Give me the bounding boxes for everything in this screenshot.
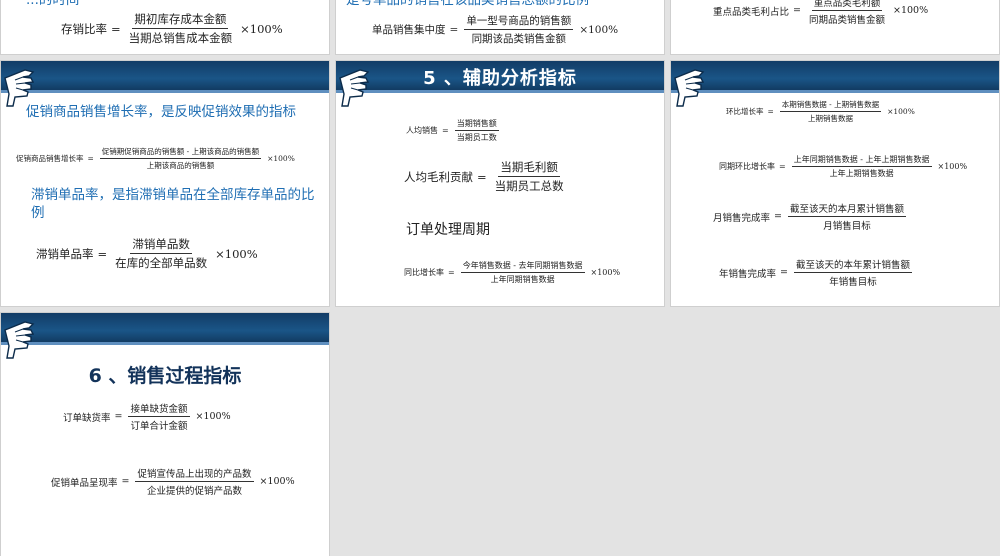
slide-auxiliary-indicators: 5 、辅助分析指标 人均销售 = 当期销售额 当期员工数 人均毛利贡献 = 当期毛利额… xyxy=(335,60,665,307)
formula-numerator: 期初库存成本金额 xyxy=(132,11,229,29)
pointing-hand-icon xyxy=(4,69,35,107)
formula-numerator: 截至该天的本月累计销售额 xyxy=(787,201,906,217)
slide-banner xyxy=(1,313,329,345)
formula-percent: ×100% xyxy=(579,23,619,36)
formula-label: 人均销售 xyxy=(406,126,438,135)
formula-numerator: 当期毛利额 xyxy=(498,159,560,177)
formula-label: 同期环比增长率 xyxy=(719,162,775,171)
formula-inventory-ratio: 存销比率 = 期初库存成本金额 当期总销售成本金额 ×100% xyxy=(61,11,283,45)
slide-top-left: ...的时间 存销比率 = 期初库存成本金额 当期总销售成本金额 ×100% xyxy=(0,0,330,55)
formula-label: 同比增长率 xyxy=(404,268,444,277)
partial-text: ...的时间 xyxy=(26,0,80,8)
formula-denominator: 企业提供的促销产品数 xyxy=(146,486,242,497)
slide-promotion: 促销商品销售增长率，是反映促销效果的指标 促销商品销售增长率 = 促销期促销商品的… xyxy=(0,60,330,307)
formula-denominator: 当期员工总数 xyxy=(494,179,564,193)
formula-percent: ×100% xyxy=(887,107,915,116)
formula-numerator: 上年同期销售数据 - 上年上期销售数据 xyxy=(791,154,932,167)
formula-denominator: 上期销售数据 xyxy=(807,114,853,123)
formula-numerator: 重点品类毛利额 xyxy=(811,0,883,11)
formula-percent: ×100% xyxy=(937,162,968,171)
formula-numerator: 本期销售数据 - 上期销售数据 xyxy=(779,99,882,112)
formula-numerator: 滞销单品数 xyxy=(130,236,192,254)
formula-denominator: 当期总销售成本金额 xyxy=(128,31,233,45)
formula-numerator: 促销宣传品上出现的产品数 xyxy=(135,466,254,482)
formula-denominator: 年销售目标 xyxy=(829,277,877,288)
formula-numerator: 今年销售数据 - 去年同期销售数据 xyxy=(460,260,585,273)
formula-label: 单品销售集中度 xyxy=(372,24,446,36)
formula-denominator: 上年同期销售数据 xyxy=(490,275,555,284)
formula-numerator: 接单缺货金额 xyxy=(128,401,190,417)
formula-percent: ×100% xyxy=(259,476,295,487)
slide-sales-process: 6 、销售过程指标 订单缺货率 = 接单缺货金额 订单合计金额 ×100% 促销单品… xyxy=(0,312,330,556)
promotion-description: 促销商品销售增长率，是反映促销效果的指标 xyxy=(26,104,296,120)
formula-numerator: 截至该天的本年累计销售额 xyxy=(793,257,912,273)
formula-percent: ×100% xyxy=(893,5,929,16)
slow-moving-description: 滞销单品率，是指滞销单品在全部库存单品的比例 xyxy=(31,187,315,221)
formula-label: 年销售完成率 xyxy=(719,268,777,280)
formula-per-capita-sales: 人均销售 = 当期销售额 当期员工数 xyxy=(406,118,499,142)
formula-key-category-margin: 重点品类毛利占比 = 重点品类毛利额 同期品类销售金额 ×100% xyxy=(713,0,928,26)
section-title: 5 、辅助分析指标 xyxy=(423,68,577,89)
pointing-hand-icon xyxy=(4,321,35,359)
slide-growth-completion: 环比增长率 = 本期销售数据 - 上期销售数据 上期销售数据 ×100% 同期环比增… xyxy=(670,60,1000,307)
formula-label: 环比增长率 xyxy=(726,107,764,116)
formula-percent: ×100% xyxy=(267,154,295,163)
formula-percent: ×100% xyxy=(240,21,283,36)
slide-banner xyxy=(671,61,999,93)
formula-label: 月销售完成率 xyxy=(713,212,771,224)
formula-monthly-completion: 月销售完成率 = 截至该天的本月累计销售额 月销售目标 xyxy=(713,201,910,232)
formula-label: 促销商品销售增长率 xyxy=(16,154,84,163)
formula-label: 人均毛利贡献 xyxy=(404,169,473,184)
formula-label: 重点品类毛利占比 xyxy=(713,6,790,18)
formula-order-stockout: 订单缺货率 = 接单缺货金额 订单合计金额 ×100% xyxy=(63,401,231,432)
formula-yoy-growth: 同比增长率 = 今年销售数据 - 去年同期销售数据 上年同期销售数据 ×100% xyxy=(404,260,621,284)
formula-denominator: 订单合计金额 xyxy=(130,421,188,432)
slide-top-right: 重点品类毛利占比 = 重点品类毛利额 同期品类销售金额 ×100% xyxy=(670,0,1000,55)
formula-same-period-mom-growth: 同期环比增长率 = 上年同期销售数据 - 上年上期销售数据 上年上期销售数据 ×10… xyxy=(719,154,968,178)
formula-slow-moving-rate: 滞销单品率 = 滞销单品数 在库的全部单品数 ×100% xyxy=(36,236,258,270)
formula-numerator: 单一型号商品的销售额 xyxy=(464,13,574,30)
formula-numerator: 当期销售额 xyxy=(454,118,499,131)
formula-label: 订单缺货率 xyxy=(63,412,111,424)
slide-top-mid: 是号单品的销售在该品类销售总额的比例 单品销售集中度 = 单一型号商品的销售额 同期… xyxy=(335,0,665,55)
slide-banner: 5 、辅助分析指标 xyxy=(336,61,664,93)
formula-percent: ×100% xyxy=(215,246,258,261)
pointing-hand-icon xyxy=(674,69,705,107)
formula-label: 存销比率 xyxy=(61,21,107,36)
formula-percent: ×100% xyxy=(195,411,231,422)
formula-numerator: 促销期促销商品的销售额 - 上期该商品的销售额 xyxy=(99,146,262,159)
formula-denominator: 在库的全部单品数 xyxy=(115,256,208,270)
formula-denominator: 月销售目标 xyxy=(823,221,871,232)
formula-denominator: 当期员工数 xyxy=(456,133,497,142)
pointing-hand-icon xyxy=(339,69,370,107)
formula-denominator: 上年上期销售数据 xyxy=(829,169,894,178)
slide-banner xyxy=(1,61,329,93)
formula-per-capita-margin: 人均毛利贡献 = 当期毛利额 当期员工总数 xyxy=(404,159,564,193)
formula-annual-completion: 年销售完成率 = 截至该天的本年累计销售额 年销售目标 xyxy=(719,257,916,288)
formula-sku-concentration: 单品销售集中度 = 单一型号商品的销售额 同期该品类销售金额 ×100% xyxy=(372,13,619,45)
formula-denominator: 上期该商品的销售额 xyxy=(146,161,215,170)
formula-promotion-growth: 促销商品销售增长率 = 促销期促销商品的销售额 - 上期该商品的销售额 上期该商品的… xyxy=(16,146,295,170)
formula-label: 滞销单品率 xyxy=(36,246,94,261)
formula-promotion-presentation: 促销单品呈现率 = 促销宣传品上出现的产品数 企业提供的促销产品数 ×100% xyxy=(51,466,295,497)
formula-mom-growth: 环比增长率 = 本期销售数据 - 上期销售数据 上期销售数据 ×100% xyxy=(726,99,915,123)
partial-text: 是号单品的销售在该品类销售总额的比例 xyxy=(346,0,589,8)
formula-denominator: 同期品类销售金额 xyxy=(808,15,885,26)
formula-percent: ×100% xyxy=(590,268,621,277)
section-title: 6 、销售过程指标 xyxy=(88,365,242,387)
formula-label: 促销单品呈现率 xyxy=(51,477,118,489)
order-processing-cycle: 订单处理周期 xyxy=(406,222,490,238)
formula-denominator: 同期该品类销售金额 xyxy=(471,33,567,45)
